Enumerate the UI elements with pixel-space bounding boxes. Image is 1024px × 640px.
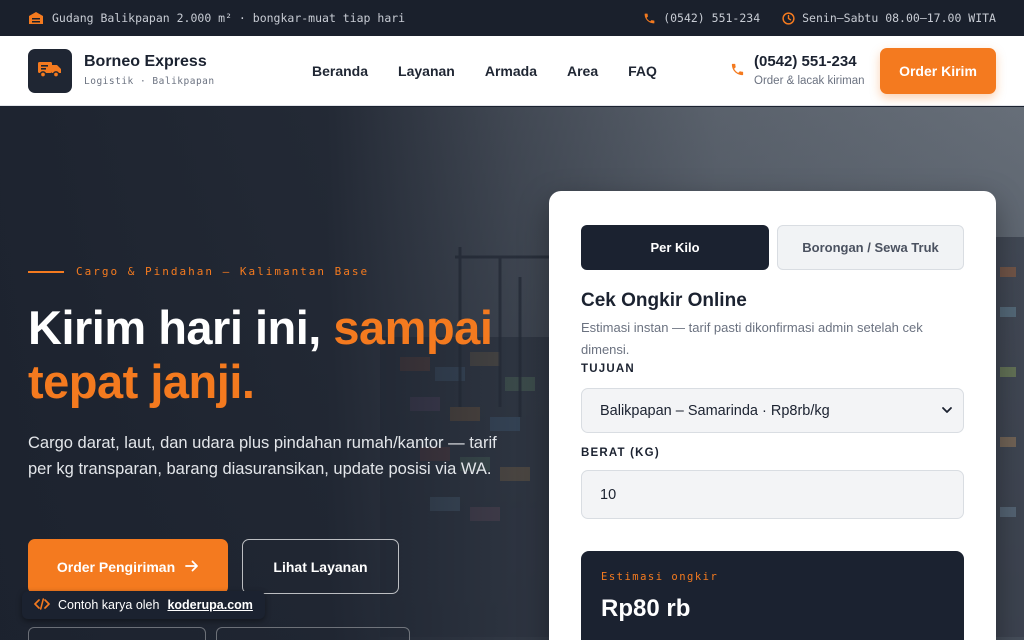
hero-lead: Cargo darat, laut, dan udara plus pindah… — [28, 434, 497, 478]
estimate-label: Estimasi ongkir — [601, 571, 719, 583]
topbar-hours: Senin–Sabtu 08.00–17.00 WITA — [782, 11, 996, 25]
brand-name[interactable]: Borneo Express — [84, 53, 207, 71]
truck-icon — [37, 59, 63, 83]
eyebrow-line — [28, 270, 64, 273]
estimate-value: Rp80 rb — [601, 595, 691, 622]
hero-section: Cargo & Pindahan — Kalimantan Base Kirim… — [0, 107, 1024, 640]
headline-white: Kirim hari ini, — [28, 301, 321, 354]
order-pengiriman-button[interactable]: Order Pengiriman — [28, 539, 228, 594]
order-kirim-button[interactable]: Order Kirim — [880, 48, 996, 94]
destination-select[interactable]: Balikpapan – Samarinda · Rp8rb/kg — [581, 388, 964, 433]
stat-card — [28, 627, 206, 640]
headline-accent-2: tepat janji. — [28, 355, 255, 408]
code-icon — [34, 597, 50, 613]
brand-tagline: Logistik · Balikpapan — [84, 76, 215, 87]
warehouse-text: Gudang Balikpapan 2.000 m² · bongkar-mua… — [52, 11, 406, 25]
top-info-bar: Gudang Balikpapan 2.000 m² · bongkar-mua… — [0, 0, 1024, 36]
weight-label: BERAT (KG) — [581, 447, 660, 459]
hero-eyebrow: Cargo & Pindahan — Kalimantan Base — [28, 265, 369, 278]
phone-icon — [730, 62, 745, 81]
nav-layanan[interactable]: Layanan — [398, 63, 455, 79]
destination-value: Balikpapan – Samarinda · Rp8rb/kg — [600, 402, 830, 419]
topbar-hours-text: Senin–Sabtu 08.00–17.00 WITA — [802, 11, 996, 25]
hero-headline: Kirim hari ini, sampai tepat janji. — [28, 301, 528, 409]
order-pengiriman-label: Order Pengiriman — [56, 558, 176, 575]
nav-faq[interactable]: FAQ — [628, 63, 657, 79]
topbar-phone-text: (0542) 551-234 — [663, 11, 761, 25]
shipping-quote-card: Per Kilo Borongan / Sewa Truk Cek Ongkir… — [549, 191, 996, 640]
headline-accent-1: sampai — [333, 301, 493, 354]
estimate-panel: Estimasi ongkir Rp80 rb — [581, 551, 964, 640]
chevron-down-icon — [941, 404, 953, 420]
arrow-right-icon — [185, 559, 199, 575]
main-nav: Beranda Layanan Armada Area FAQ — [312, 36, 657, 106]
nav-beranda[interactable]: Beranda — [312, 63, 368, 79]
stat-card — [216, 627, 410, 640]
topbar-phone[interactable]: (0542) 551-234 — [643, 11, 760, 25]
clock-icon — [782, 11, 795, 25]
warehouse-icon — [28, 11, 44, 25]
warehouse-info: Gudang Balikpapan 2.000 m² · bongkar-mua… — [28, 0, 405, 36]
weight-value: 10 — [600, 486, 617, 503]
tab-per-kilo[interactable]: Per Kilo — [581, 225, 769, 270]
nav-armada[interactable]: Armada — [485, 63, 537, 79]
credit-badge[interactable]: Contoh karya oleh koderupa.com — [22, 591, 265, 619]
site-header: Borneo Express Logistik · Balikpapan Ber… — [0, 36, 1024, 106]
phone-icon — [643, 12, 656, 25]
weight-input[interactable]: 10 — [581, 470, 964, 519]
header-phone-number: (0542) 551-234 — [754, 53, 857, 70]
destination-label: TUJUAN — [581, 363, 635, 375]
quote-subtitle: Estimasi instan — tarif pasti dikonfirma… — [581, 320, 923, 357]
nav-area[interactable]: Area — [567, 63, 598, 79]
eyebrow-text: Cargo & Pindahan — Kalimantan Base — [76, 265, 370, 278]
credit-prefix: Contoh karya oleh — [58, 598, 160, 612]
header-phone-sub: Order & lacak kiriman — [754, 75, 865, 87]
quote-title: Cek Ongkir Online — [581, 290, 747, 311]
tab-borongan[interactable]: Borongan / Sewa Truk — [777, 225, 964, 270]
credit-link[interactable]: koderupa.com — [167, 598, 252, 612]
logo[interactable] — [28, 49, 72, 93]
lihat-layanan-button[interactable]: Lihat Layanan — [242, 539, 399, 594]
